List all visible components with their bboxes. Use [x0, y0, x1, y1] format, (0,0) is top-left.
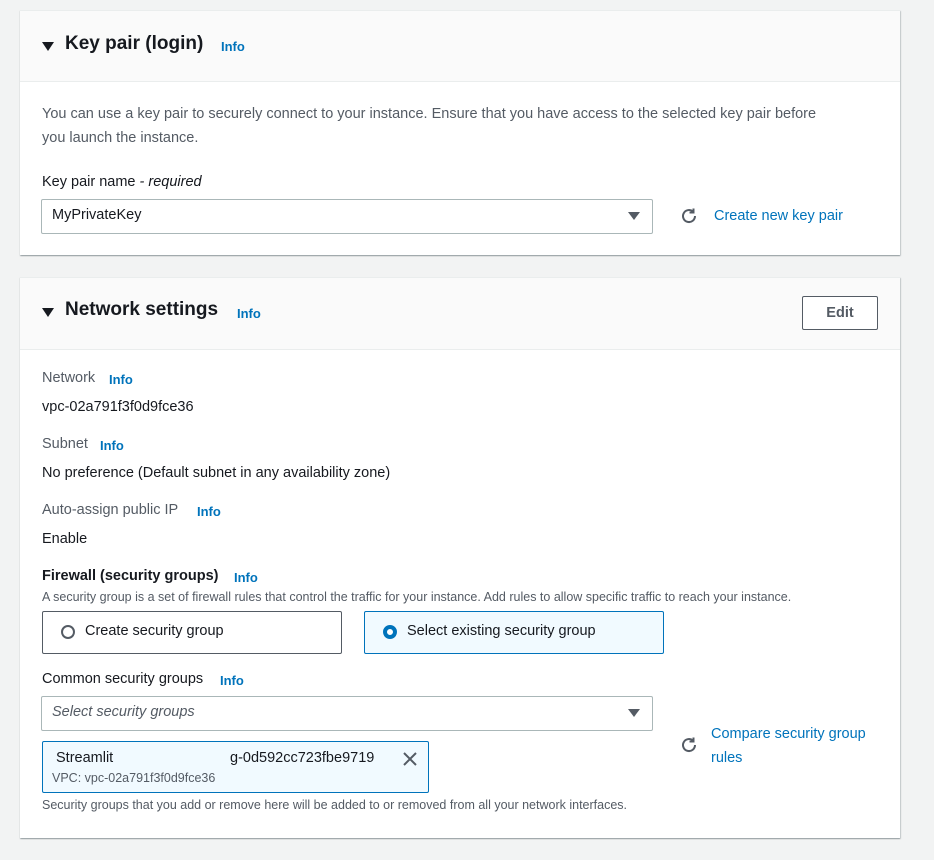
- public-ip-value: Enable: [42, 531, 88, 547]
- dropdown-arrow-icon: [628, 709, 640, 717]
- radio-unchecked[interactable]: [61, 625, 75, 639]
- create-security-group-label: Create security group: [85, 623, 224, 639]
- key-pair-info-link[interactable]: Info: [221, 39, 245, 54]
- subnet-label: Subnet: [42, 436, 88, 452]
- key-pair-name-label: Key pair name - required: [42, 174, 202, 190]
- network-info-link[interactable]: Info: [109, 372, 133, 387]
- security-group-token: Streamlit g-0d592cc723fbe9719 VPC: vpc-0…: [42, 741, 429, 793]
- firewall-info-link[interactable]: Info: [234, 570, 258, 585]
- subnet-info-link[interactable]: Info: [100, 438, 124, 453]
- public-ip-info-link[interactable]: Info: [197, 504, 221, 519]
- key-pair-description: You can use a key pair to securely conne…: [42, 106, 817, 146]
- subnet-value: No preference (Default subnet in any ava…: [42, 465, 391, 481]
- redacted-region: [123, 748, 233, 768]
- radio-checked[interactable]: [383, 625, 397, 639]
- refresh-icon[interactable]: [679, 735, 699, 755]
- network-settings-title: Network settings: [65, 299, 219, 320]
- create-key-pair-link[interactable]: Create new key pair: [714, 208, 843, 224]
- refresh-icon[interactable]: [679, 206, 699, 226]
- common-security-groups-label: Common security groups: [42, 671, 204, 687]
- network-label: Network: [42, 370, 96, 386]
- key-pair-selected-value: MyPrivateKey: [52, 207, 142, 223]
- network-settings-header[interactable]: Network settings Info Edit: [20, 278, 900, 350]
- edit-button[interactable]: Edit: [802, 296, 878, 330]
- common-security-groups-info-link[interactable]: Info: [220, 673, 244, 688]
- select-existing-security-group-label: Select existing security group: [407, 623, 596, 639]
- compare-security-group-rules-link[interactable]: Compare security group rules: [711, 722, 866, 770]
- security-groups-footer-note: Security groups that you add or remove h…: [42, 798, 628, 812]
- security-group-token-id: g-0d592cc723fbe9719: [230, 750, 375, 766]
- key-pair-header[interactable]: Key pair (login) Info: [20, 11, 900, 82]
- security-group-token-name: Streamlit: [56, 750, 114, 766]
- key-pair-select[interactable]: MyPrivateKey: [41, 199, 653, 234]
- firewall-description: A security group is a set of firewall ru…: [42, 590, 792, 604]
- firewall-label: Firewall (security groups): [42, 568, 219, 584]
- create-security-group-option[interactable]: Create security group: [42, 611, 342, 654]
- key-pair-title: Key pair (login): [65, 33, 204, 54]
- security-group-token-vpc: VPC: vpc-02a791f3f0d9fce36: [52, 771, 216, 785]
- key-pair-panel: Key pair (login) Info You can use a key …: [20, 10, 900, 255]
- network-settings-panel: Network settings Info Edit Network Info …: [20, 277, 900, 838]
- close-icon[interactable]: [402, 751, 418, 767]
- caret-down-icon[interactable]: [42, 308, 54, 317]
- public-ip-label: Auto-assign public IP: [42, 502, 179, 518]
- network-value: vpc-02a791f3f0d9fce36: [42, 399, 194, 415]
- security-groups-placeholder: Select security groups: [52, 704, 195, 720]
- caret-down-icon[interactable]: [42, 42, 54, 51]
- select-existing-security-group-option[interactable]: Select existing security group: [364, 611, 664, 654]
- security-groups-select[interactable]: Select security groups: [41, 696, 653, 731]
- network-settings-info-link[interactable]: Info: [237, 306, 261, 321]
- dropdown-arrow-icon: [628, 212, 640, 220]
